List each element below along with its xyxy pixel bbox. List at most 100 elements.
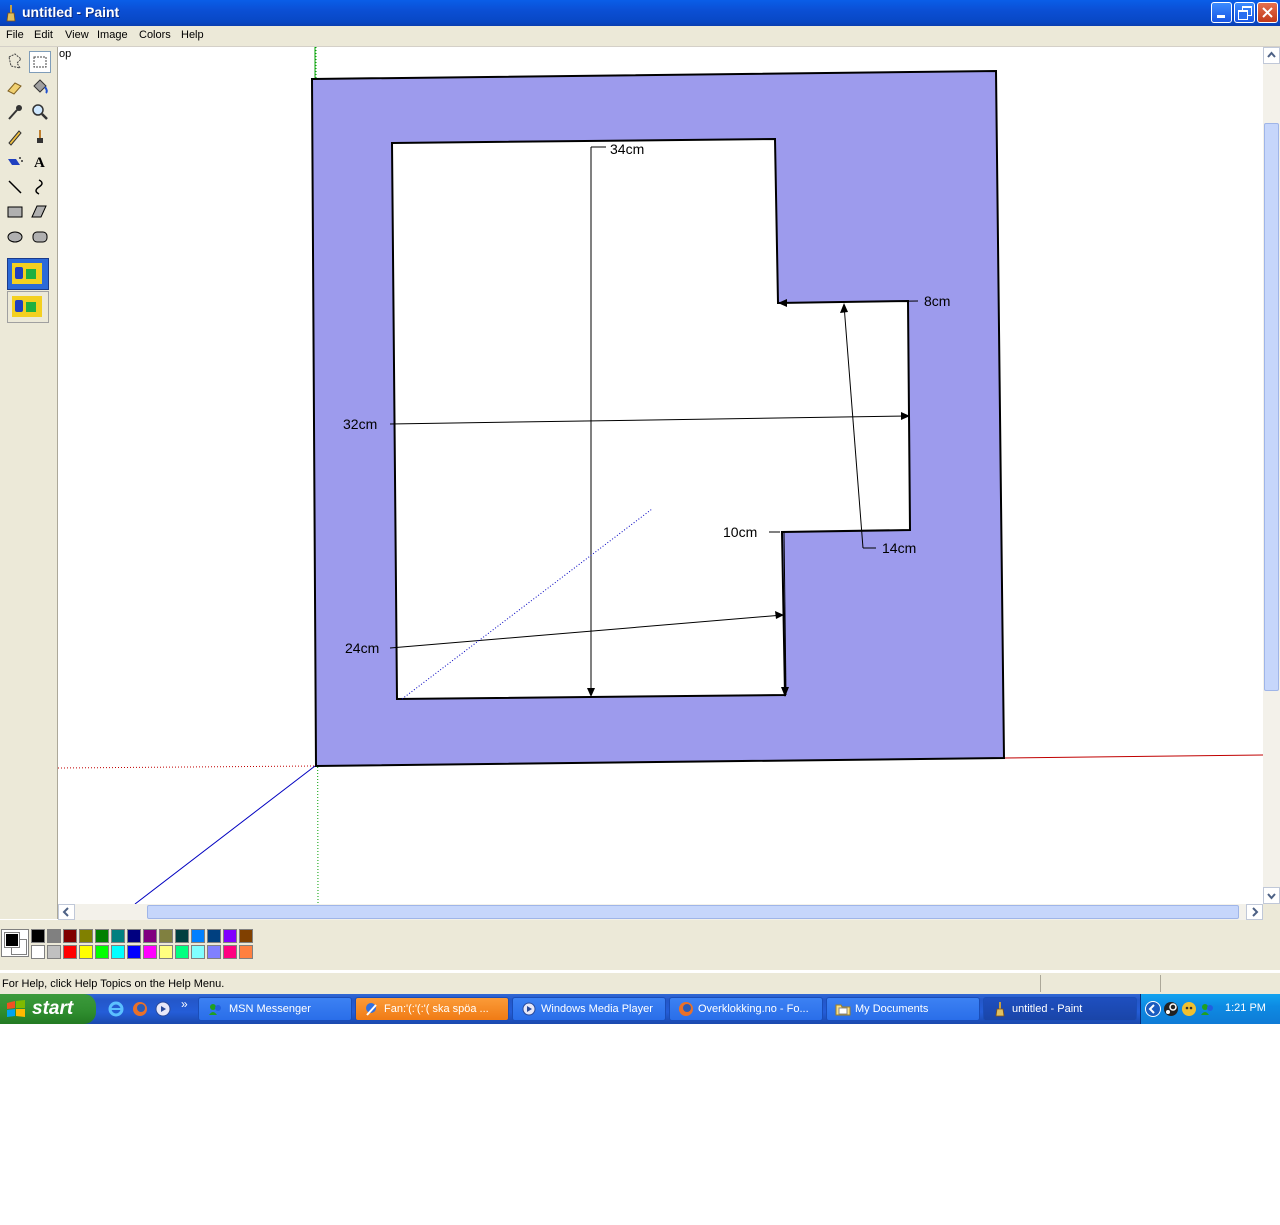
color-swatch[interactable] [223, 945, 237, 959]
clock[interactable]: 1:21 PM [1225, 1002, 1266, 1014]
text-tool[interactable]: A [29, 151, 51, 173]
color-swatch[interactable] [159, 945, 173, 959]
ellipse-tool[interactable] [4, 226, 26, 248]
rect-select-tool[interactable] [29, 51, 51, 73]
brush-tool[interactable] [29, 126, 51, 148]
color-swatch[interactable] [191, 945, 205, 959]
menu-bar: File Edit View Image Colors Help [0, 26, 1280, 47]
color-swatch[interactable] [31, 929, 45, 943]
drawing-canvas[interactable]: op 34cm 8cm 32cm 10cm 14cm 24cm [58, 47, 1263, 904]
quick-launch-more-icon[interactable]: » [181, 997, 188, 1011]
color-swatch[interactable] [111, 929, 125, 943]
color-swatch[interactable] [95, 929, 109, 943]
color-swatch[interactable] [175, 929, 189, 943]
vertical-scrollbar[interactable] [1263, 47, 1280, 904]
ellipse-icon [7, 231, 23, 243]
color-swatch[interactable] [175, 945, 189, 959]
task-overklokking[interactable]: Overklokking.no - Fo... [669, 997, 823, 1021]
menu-colors[interactable]: Colors [139, 29, 171, 41]
tool-option-opaque[interactable] [7, 258, 49, 290]
internet-explorer-icon[interactable] [108, 1001, 124, 1017]
task-label: My Documents [855, 1003, 929, 1015]
windows-logo-icon [7, 1000, 25, 1017]
eraser-tool[interactable] [4, 76, 26, 98]
firefox-icon[interactable] [132, 1001, 148, 1017]
tool-option-transparent[interactable] [7, 291, 49, 323]
rectangle-tool[interactable] [4, 201, 26, 223]
scroll-up-button[interactable] [1263, 47, 1280, 64]
magnifier-icon [32, 104, 48, 120]
media-player-icon[interactable] [155, 1001, 171, 1017]
color-swatch[interactable] [127, 945, 141, 959]
task-msn-messenger[interactable]: MSN Messenger [198, 997, 352, 1021]
horizontal-scrollbar[interactable] [58, 904, 1263, 920]
task-chat-window[interactable]: Fan:'(:'(:'( ska spöa ... [355, 997, 509, 1021]
title-bar[interactable]: untitled - Paint [0, 0, 1280, 26]
magnifier-tool[interactable] [29, 101, 51, 123]
fill-tool[interactable] [29, 76, 51, 98]
scroll-left-button[interactable] [58, 904, 75, 920]
color-swatch[interactable] [63, 929, 77, 943]
color-swatch[interactable] [79, 945, 93, 959]
horizontal-scroll-thumb[interactable] [147, 905, 1239, 919]
color-swatch[interactable] [191, 929, 205, 943]
curve-tool[interactable] [29, 176, 51, 198]
eraser-icon [7, 82, 22, 95]
tray-app-icon[interactable] [1181, 1001, 1197, 1017]
eyedropper-icon [8, 105, 22, 120]
color-swatch[interactable] [111, 945, 125, 959]
pencil-tool[interactable] [4, 126, 26, 148]
tray-expand-button[interactable] [1145, 1001, 1161, 1017]
color-swatch[interactable] [207, 929, 221, 943]
menu-edit[interactable]: Edit [34, 29, 53, 41]
color-swatch[interactable] [127, 929, 141, 943]
minimize-icon [1217, 15, 1225, 18]
svg-text:A: A [34, 155, 45, 171]
color-swatch[interactable] [207, 945, 221, 959]
airbrush-tool[interactable] [4, 151, 26, 173]
polygon-tool[interactable] [29, 201, 51, 223]
blue-axis [134, 765, 316, 904]
msn-tray-icon[interactable] [1199, 1001, 1215, 1017]
minimize-button[interactable] [1211, 2, 1232, 23]
line-icon [8, 180, 22, 194]
color-swatch[interactable] [31, 945, 45, 959]
scroll-down-button[interactable] [1263, 887, 1280, 904]
color-swatch[interactable] [79, 929, 93, 943]
steam-icon[interactable] [1163, 1001, 1179, 1017]
dimension-label-34: 34cm [610, 141, 645, 157]
task-my-documents[interactable]: My Documents [826, 997, 980, 1021]
dim-line-24 [389, 614, 784, 649]
line-tool[interactable] [4, 176, 26, 198]
opaque-option-icon [12, 263, 42, 284]
system-tray: 1:21 PM [1140, 994, 1280, 1024]
rounded-rectangle-tool[interactable] [29, 226, 51, 248]
color-swatch[interactable] [143, 945, 157, 959]
menu-file[interactable]: File [6, 29, 24, 41]
color-swatch[interactable] [239, 945, 253, 959]
pencil-icon [8, 130, 22, 146]
menu-image[interactable]: Image [97, 29, 128, 41]
floor-plan-drawing [58, 47, 1263, 904]
menu-help[interactable]: Help [181, 29, 204, 41]
color-swatch[interactable] [95, 945, 109, 959]
start-button[interactable]: start [0, 994, 96, 1024]
vertical-scroll-thumb[interactable] [1264, 123, 1279, 691]
menu-view[interactable]: View [65, 29, 89, 41]
color-swatch[interactable] [143, 929, 157, 943]
toolbox: A [0, 47, 58, 919]
task-windows-media-player[interactable]: Windows Media Player [512, 997, 666, 1021]
task-untitled-paint[interactable]: untitled - Paint [983, 997, 1137, 1021]
color-swatch[interactable] [239, 929, 253, 943]
color-picker-tool[interactable] [4, 101, 26, 123]
color-swatch[interactable] [63, 945, 77, 959]
close-button[interactable] [1257, 2, 1278, 23]
color-swatch[interactable] [47, 945, 61, 959]
scroll-right-button[interactable] [1246, 904, 1263, 920]
color-swatch[interactable] [223, 929, 237, 943]
color-swatch[interactable] [47, 929, 61, 943]
free-select-tool[interactable] [4, 51, 26, 73]
restore-button[interactable] [1234, 2, 1255, 23]
color-swatch[interactable] [159, 929, 173, 943]
taskbar: start » MSN Messenger Fan:'(:'(:'( ska s… [0, 994, 1280, 1024]
